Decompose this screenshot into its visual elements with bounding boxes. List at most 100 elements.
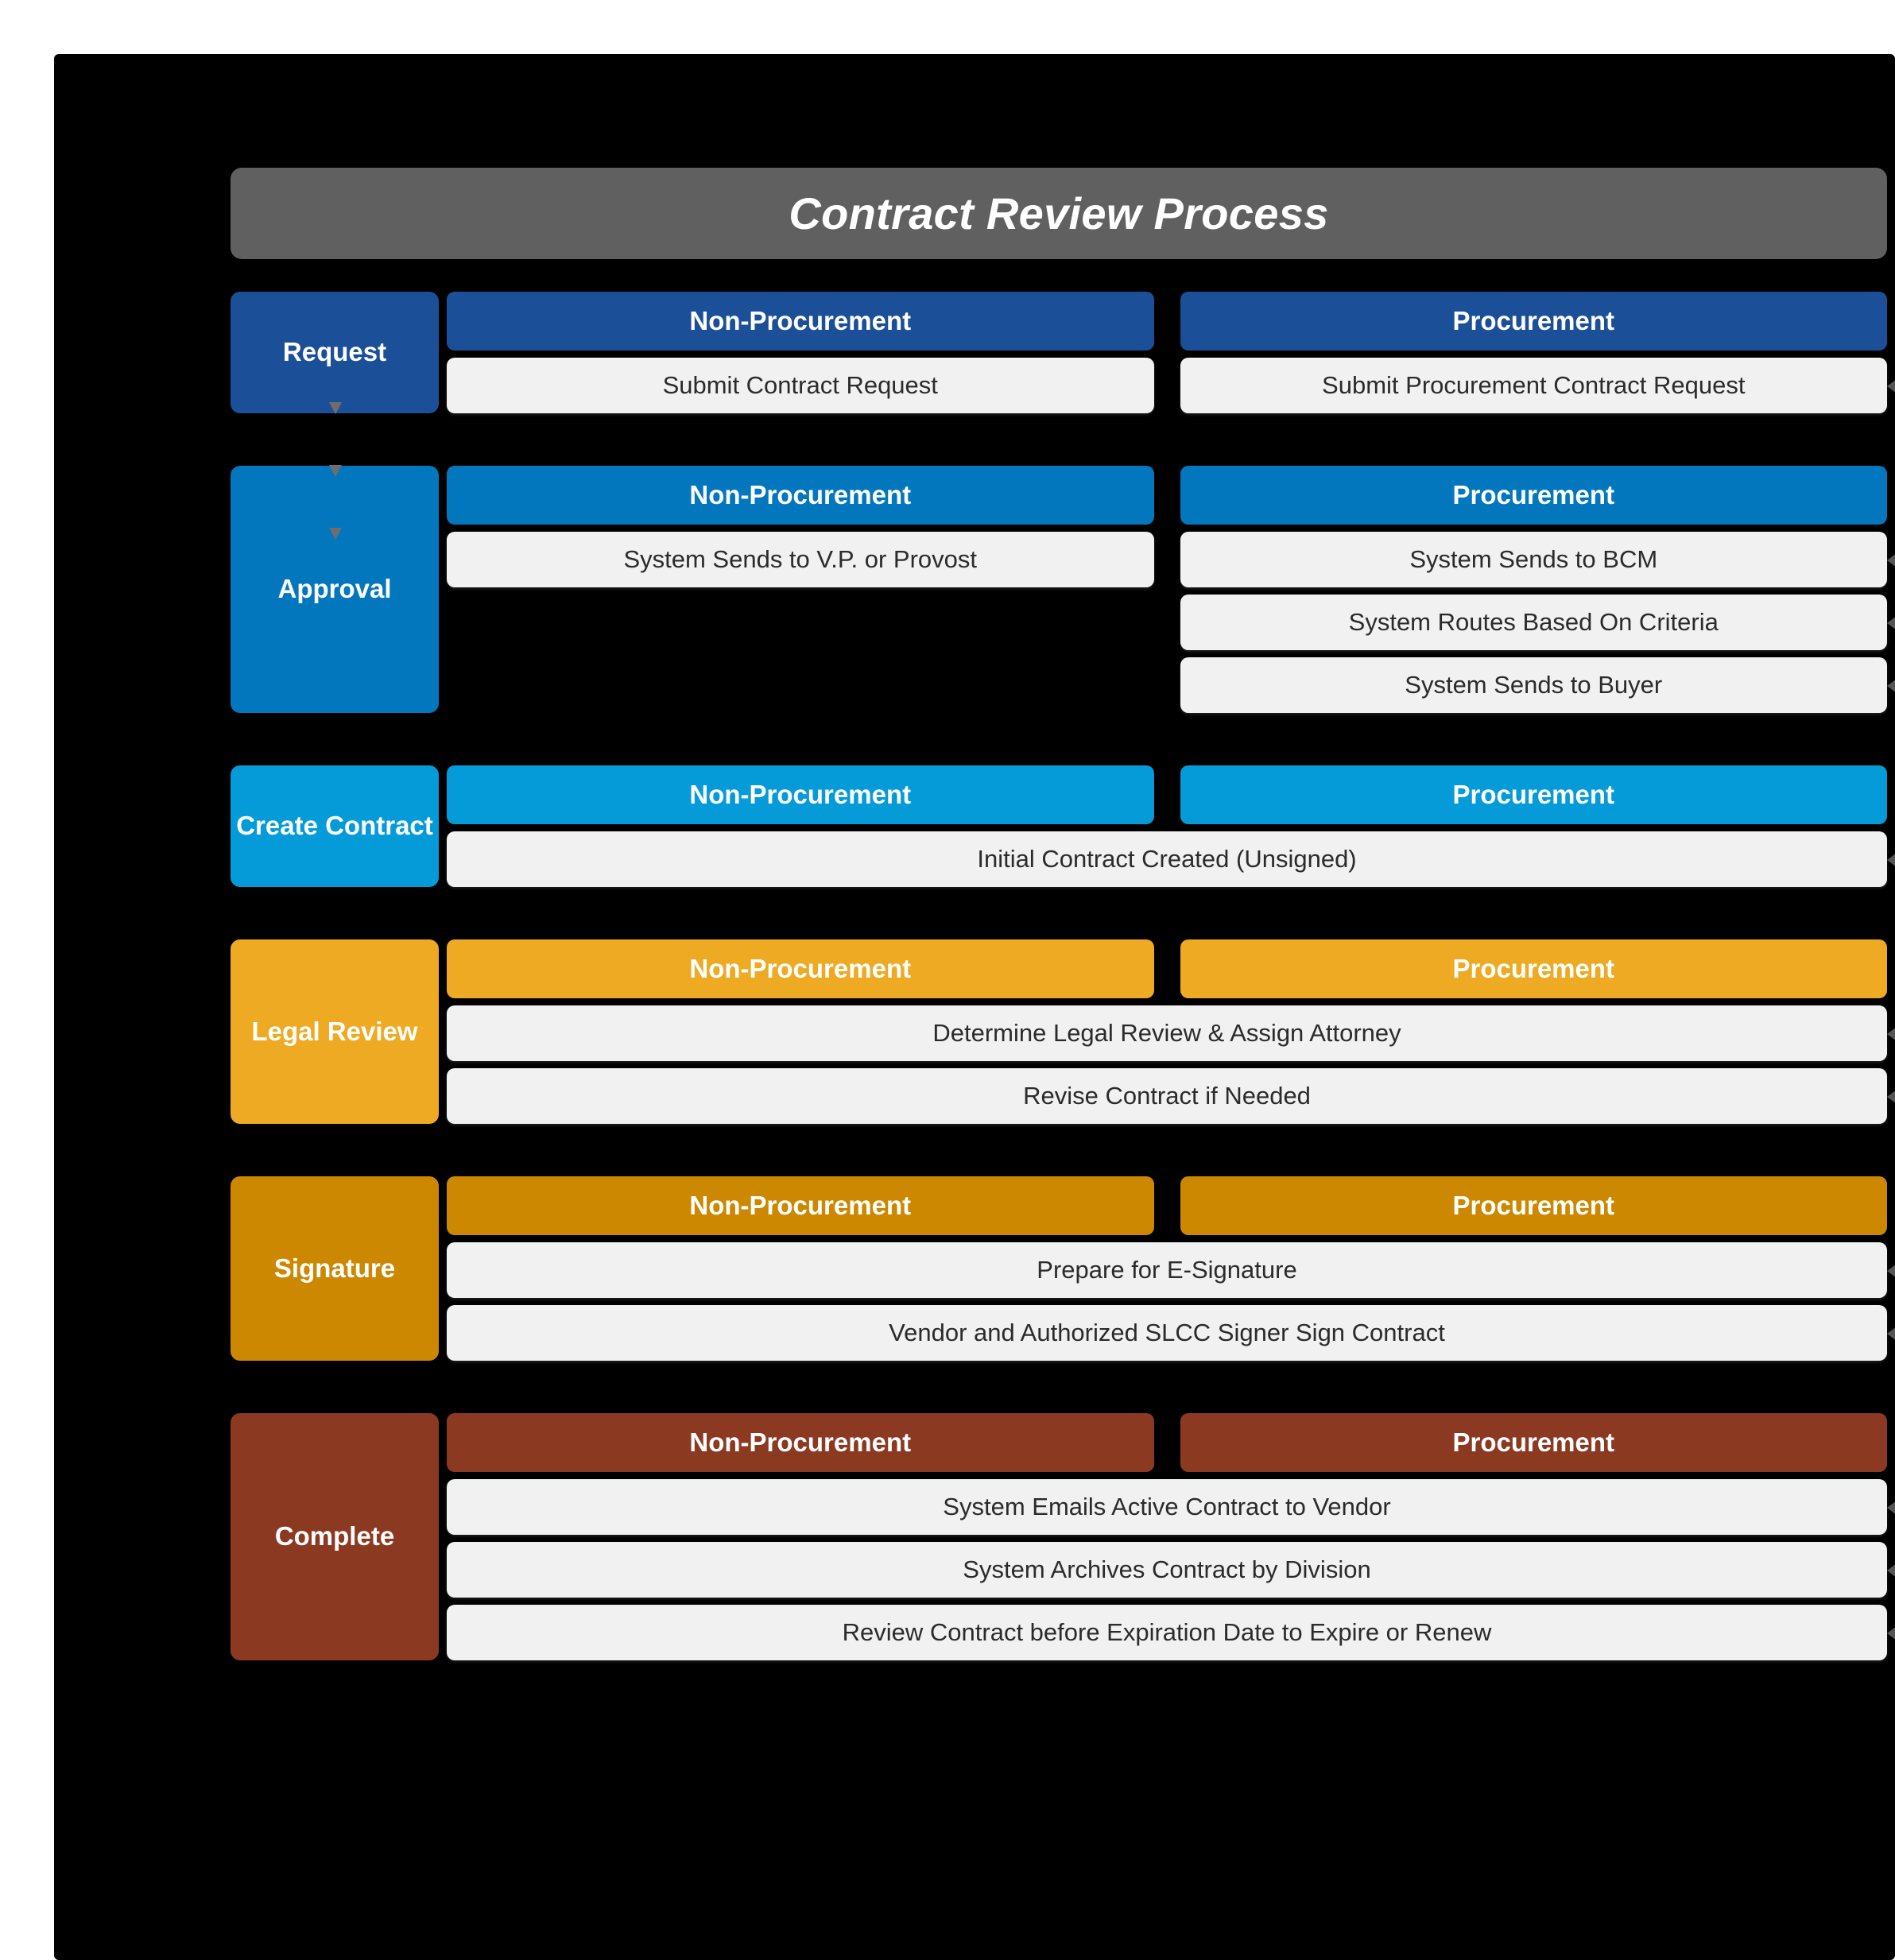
task-grid-request: Submit Contract Request Submit Procuremen…	[447, 358, 1895, 415]
category-header-label: Procurement	[1452, 480, 1615, 509]
category-header-non-procurement-complete[interactable]: Non-Procurement	[447, 1413, 1154, 1472]
category-header-procurement-approval[interactable]: Procurement	[1180, 466, 1887, 525]
category-header-procurement-request[interactable]: Procurement	[1180, 292, 1887, 351]
stage-body-legal-review: Non-Procurement Procurement Determine Lega…	[447, 939, 1895, 1125]
task-label: Determine Legal Review & Assign Attorney	[932, 1019, 1401, 1047]
task-box[interactable]: Revise Contract if Needed	[447, 1068, 1887, 1124]
category-header-non-procurement-request[interactable]: Non-Procurement	[447, 292, 1154, 351]
category-header-label: Procurement	[1452, 1427, 1615, 1457]
task-box[interactable]: Vendor and Authorized SLCC Signer Sign C…	[447, 1305, 1887, 1361]
role-badge: Authorized Signer	[1887, 1305, 1895, 1362]
task-row: Submit Contract Request	[447, 358, 1154, 413]
category-header-label: Non-Procurement	[689, 1427, 912, 1457]
stage-label-text: Request	[282, 337, 387, 367]
task-label: Submit Procurement Contract Request	[1322, 371, 1746, 399]
page-title: Contract Review Process	[789, 188, 1329, 238]
category-header-procurement-complete[interactable]: Procurement	[1180, 1413, 1887, 1472]
task-label: Vendor and Authorized SLCC Signer Sign C…	[889, 1319, 1445, 1346]
category-header-row: Non-Procurement Procurement	[447, 1176, 1887, 1235]
category-header-row: Non-Procurement Procurement	[447, 292, 1887, 351]
stage-row-legal-review: Legal Review Non-Procurement Procurement De…	[231, 939, 1895, 1125]
stage-label-legal-review[interactable]: Legal Review	[231, 939, 439, 1124]
category-header-non-procurement-approval[interactable]: Non-Procurement	[447, 466, 1154, 525]
task-column-spanning: System Emails Active Contract to Vendor S…	[447, 1479, 1895, 1662]
task-label: System Sends to Buyer	[1405, 671, 1663, 699]
task-row: System Archives Contract by Division Syst…	[447, 1542, 1895, 1599]
category-header-label: Procurement	[1452, 1191, 1615, 1220]
role-badge: System	[1887, 1479, 1895, 1536]
task-box-empty	[447, 657, 1154, 713]
category-header-non-procurement-legal-review[interactable]: Non-Procurement	[447, 939, 1154, 998]
task-box[interactable]: Submit Contract Request	[447, 358, 1154, 413]
stage-label-request[interactable]: Request	[231, 292, 439, 413]
stage-label-create-contract[interactable]: Create Contract	[231, 765, 439, 887]
role-badge: Attorney	[1887, 1068, 1895, 1125]
task-box[interactable]: Initial Contract Created (Unsigned)	[447, 831, 1887, 887]
stage-list: Request Non-Procurement Procurement Submit …	[231, 292, 1895, 1662]
category-header-label: Non-Procurement	[689, 954, 912, 983]
category-header-row: Non-Procurement Procurement	[447, 466, 1887, 525]
category-header-row: Non-Procurement Procurement	[447, 1413, 1887, 1472]
task-column-spanning: Prepare for E-Signature Coordinator Vendor…	[447, 1242, 1895, 1362]
task-box[interactable]: Review Contract before Expiration Date t…	[447, 1605, 1887, 1660]
task-label: System Sends to V.P. or Provost	[623, 545, 978, 573]
task-box[interactable]: System Sends to Buyer	[1180, 657, 1887, 713]
category-header-label: Procurement	[1452, 780, 1615, 809]
task-box[interactable]: System Sends to V.P. or Provost	[447, 532, 1154, 587]
task-column-spanning: Initial Contract Created (Unsigned) Coord…	[447, 831, 1895, 889]
task-label: Review Contract before Expiration Date t…	[842, 1618, 1492, 1646]
task-row	[447, 595, 1154, 650]
task-label: Revise Contract if Needed	[1023, 1082, 1311, 1110]
screenshot-page: Contract Review Process Request Non-Procu…	[0, 0, 1895, 1960]
task-label: System Emails Active Contract to Vendor	[943, 1493, 1391, 1520]
task-row: Initial Contract Created (Unsigned) Coord…	[447, 831, 1895, 889]
stage-row-signature: Signature Non-Procurement Procurement Prepa…	[231, 1176, 1895, 1362]
stage-label-approval[interactable]: Approval	[231, 466, 439, 713]
category-header-procurement-signature[interactable]: Procurement	[1180, 1176, 1887, 1235]
task-grid-create-contract: Initial Contract Created (Unsigned) Coord…	[447, 831, 1895, 889]
category-header-procurement-legal-review[interactable]: Procurement	[1180, 939, 1887, 998]
task-box[interactable]: System Emails Active Contract to Vendor	[447, 1479, 1887, 1535]
category-header-label: Non-Procurement	[689, 480, 912, 509]
task-grid-legal-review: Determine Legal Review & Assign Attorney…	[447, 1005, 1895, 1125]
category-header-procurement-create-contract[interactable]: Procurement	[1180, 765, 1887, 824]
task-label: System Archives Contract by Division	[963, 1555, 1371, 1583]
task-row: Determine Legal Review & Assign Attorney…	[447, 1005, 1895, 1063]
task-box[interactable]: System Archives Contract by Division	[447, 1542, 1887, 1598]
stage-label-signature[interactable]: Signature	[231, 1176, 439, 1361]
task-label: Submit Contract Request	[662, 371, 938, 399]
task-box[interactable]: System Sends to BCM	[1180, 532, 1887, 587]
category-header-label: Non-Procurement	[689, 306, 912, 335]
task-grid-signature: Prepare for E-Signature Coordinator Vendor…	[447, 1242, 1895, 1362]
task-column-non-procurement: System Sends to V.P. or Provost	[447, 532, 1154, 713]
task-row: Submit Procurement Contract Request Origi…	[1180, 358, 1895, 415]
stage-label-text: Approval	[277, 574, 392, 604]
task-row: Review Contract before Expiration Date t…	[447, 1605, 1895, 1662]
role-badge: Coordinator	[1887, 1605, 1895, 1662]
role-badge: Originator	[1887, 358, 1895, 415]
stage-row-approval: Approval Non-Procurement Procurement System…	[231, 466, 1895, 715]
task-label: System Sends to BCM	[1409, 545, 1658, 573]
task-box[interactable]: System Routes Based On Criteria	[1180, 595, 1887, 650]
task-label: System Routes Based On Criteria	[1348, 608, 1719, 636]
stage-body-request: Non-Procurement Procurement Submit Contrac…	[447, 292, 1895, 415]
task-box[interactable]: Submit Procurement Contract Request	[1180, 358, 1887, 413]
task-box-empty	[447, 595, 1154, 650]
task-row: Revise Contract if Needed Attorney	[447, 1068, 1895, 1125]
task-row	[447, 657, 1154, 713]
category-header-non-procurement-signature[interactable]: Non-Procurement	[447, 1176, 1154, 1235]
diagram-canvas: Contract Review Process Request Non-Procu…	[54, 54, 1895, 1960]
stage-label-text: Legal Review	[251, 1016, 418, 1046]
stage-label-complete[interactable]: Complete	[231, 1413, 439, 1660]
task-box[interactable]: Prepare for E-Signature	[447, 1242, 1887, 1298]
task-row: System Emails Active Contract to Vendor S…	[447, 1479, 1895, 1536]
category-header-non-procurement-create-contract[interactable]: Non-Procurement	[447, 765, 1154, 824]
category-header-label: Non-Procurement	[689, 780, 912, 809]
category-header-label: Non-Procurement	[689, 1191, 912, 1220]
task-row: Prepare for E-Signature Coordinator	[447, 1242, 1895, 1300]
task-box[interactable]: Determine Legal Review & Assign Attorney	[447, 1005, 1887, 1061]
task-row: System Sends to BCM System	[1180, 532, 1895, 589]
category-header-label: Procurement	[1452, 954, 1615, 983]
category-header-row: Non-Procurement Procurement	[447, 939, 1887, 998]
stage-label-text: Complete	[274, 1521, 395, 1551]
